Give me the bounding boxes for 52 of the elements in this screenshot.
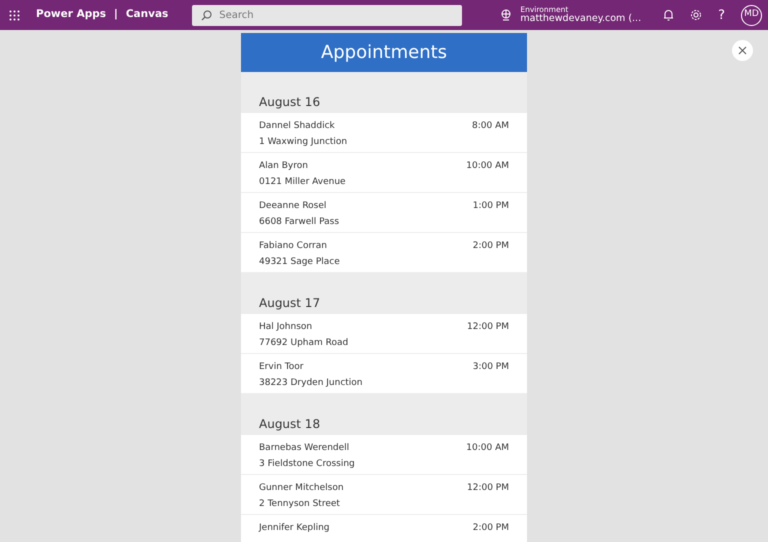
app-header: Appointments <box>241 33 527 72</box>
address: 38223 Dryden Junction <box>259 378 363 388</box>
client-name: Ervin Toor <box>259 361 304 374</box>
section-title: Canvas <box>126 7 168 22</box>
environment-name[interactable]: matthewdevaney.com (... <box>520 13 642 24</box>
appointment-time: 3:00 PM <box>472 361 509 374</box>
client-name: Gunner Mitchelson <box>259 482 344 495</box>
appointment-row[interactable]: Ervin Toor 3:00 PM 38223 Dryden Junction <box>241 354 527 394</box>
address: 49321 Sage Place <box>259 257 340 267</box>
address: 2 Tennyson Street <box>259 499 340 509</box>
appointment-time: 12:00 PM <box>467 482 509 495</box>
date-heading: August 18 <box>259 416 320 433</box>
client-name: Barnebas Werendell <box>259 442 350 455</box>
appointment-row[interactable]: Barnebas Werendell 10:00 AM 3 Fieldstone Crossing <box>241 435 527 475</box>
address: 1 Waxwing Junction <box>259 137 348 147</box>
address: 6608 Farwell Pass <box>259 217 340 227</box>
settings-icon[interactable] <box>690 9 702 21</box>
appointment-time: 2:00 PM <box>472 522 509 535</box>
avatar[interactable]: MD <box>741 4 762 26</box>
address: 77692 Upham Road <box>259 338 348 348</box>
appointment-time: 2:00 PM <box>472 240 509 253</box>
appointment-time: 1:00 PM <box>472 200 509 213</box>
appointment-time: 10:00 AM <box>466 442 509 455</box>
appointment-time: 8:00 AM <box>472 120 509 133</box>
client-name: Hal Johnson <box>259 321 312 334</box>
appointment-time: 12:00 PM <box>467 321 509 334</box>
appointment-row[interactable]: Fabiano Corran 2:00 PM 49321 Sage Place <box>241 233 527 273</box>
appointment-row[interactable]: Gunner Mitchelson 12:00 PM 2 Tennyson Street <box>241 475 527 515</box>
notification-icon[interactable] <box>663 9 674 21</box>
client-name: Deeanne Rosel <box>259 200 326 213</box>
close-button[interactable] <box>732 40 753 61</box>
appointment-row[interactable]: Deeanne Rosel 1:00 PM 6608 Farwell Pass <box>241 193 527 233</box>
client-name: Jennifer Kepling <box>259 522 330 535</box>
appointment-row[interactable]: Jennifer Kepling 2:00 PM <box>241 515 527 542</box>
globe-icon <box>500 9 512 21</box>
client-name: Alan Byron <box>259 160 308 173</box>
help-button[interactable]: ? <box>718 8 725 22</box>
app-launcher-icon[interactable] <box>9 10 20 20</box>
appointment-row[interactable]: Alan Byron 10:00 AM 0121 Miller Avenue <box>241 153 527 193</box>
date-heading: August 16 <box>259 94 320 111</box>
appointment-time: 10:00 AM <box>466 160 509 173</box>
client-name: Fabiano Corran <box>259 240 327 253</box>
client-name: Dannel Shaddick <box>259 120 335 133</box>
address: 0121 Miller Avenue <box>259 177 346 187</box>
search-field[interactable]: Search <box>192 4 462 26</box>
app-name: Power Apps <box>36 7 106 22</box>
date-heading: August 17 <box>259 295 320 312</box>
appointment-row[interactable]: Hal Johnson 12:00 PM 77692 Upham Road <box>241 314 527 354</box>
close-icon <box>738 46 747 55</box>
address: 3 Fieldstone Crossing <box>259 459 355 469</box>
appointment-row[interactable]: Dannel Shaddick 8:00 AM 1 Waxwing Junction <box>241 113 527 153</box>
separator: | <box>114 7 118 22</box>
